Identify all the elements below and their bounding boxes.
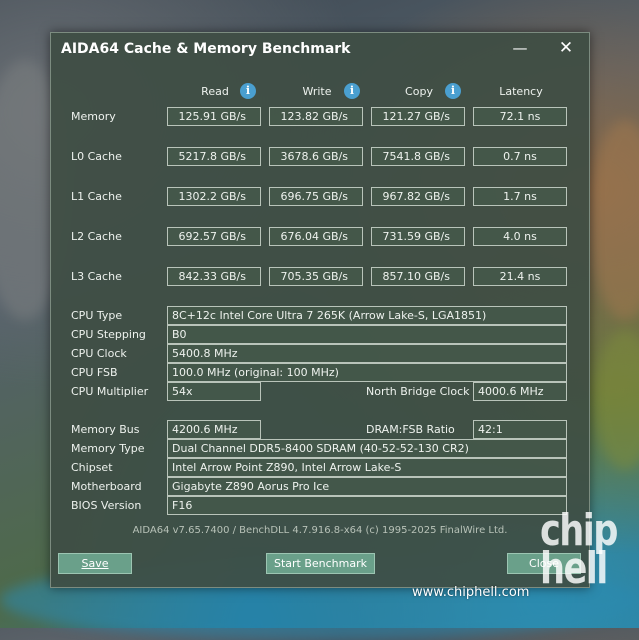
cpu-stepping-value: B0 [167,325,567,344]
l3-copy-value: 857.10 GB/s [371,267,465,286]
bench-row-label: Memory [71,110,116,123]
l3-latency-value: 21.4 ns [473,267,567,286]
l1-copy-value: 967.82 GB/s [371,187,465,206]
l3-read-value: 842.33 GB/s [167,267,261,286]
memory-type-value: Dual Channel DDR5-8400 SDRAM (40-52-52-1… [167,439,567,458]
chiphell-watermark-url: www.chiphell.com [412,585,530,600]
memory-write-value: 123.82 GB/s [269,107,363,126]
l3-write-value: 705.35 GB/s [269,267,363,286]
cpu-multiplier-label: CPU Multiplier [71,385,149,398]
chipset-label: Chipset [71,461,113,474]
memory-type-label: Memory Type [71,442,145,455]
l1-write-value: 696.75 GB/s [269,187,363,206]
column-header-copy: Copy [405,85,433,98]
memory-bus-value: 4200.6 MHz [167,420,261,439]
memory-bus-label: Memory Bus [71,423,140,436]
bench-row-label: L1 Cache [71,190,122,203]
l2-read-value: 692.57 GB/s [167,227,261,246]
l1-latency-value: 1.7 ns [473,187,567,206]
start-benchmark-button[interactable]: Start Benchmark [266,553,375,574]
l0-latency-value: 0.7 ns [473,147,567,166]
memory-latency-value: 72.1 ns [473,107,567,126]
l0-write-value: 3678.6 GB/s [269,147,363,166]
window-title: AIDA64 Cache & Memory Benchmark [61,41,351,57]
motherboard-value: Gigabyte Z890 Aorus Pro Ice [167,477,567,496]
cpu-fsb-label: CPU FSB [71,366,118,379]
dram-fsb-ratio-label: DRAM:FSB Ratio [366,423,455,436]
l2-copy-value: 731.59 GB/s [371,227,465,246]
benchmark-window: AIDA64 Cache & Memory Benchmark — ✕ Read… [50,32,590,588]
close-window-button[interactable]: ✕ [553,37,579,59]
cpu-clock-value: 5400.8 MHz [167,344,567,363]
l2-latency-value: 4.0 ns [473,227,567,246]
wallpaper-cliff [590,120,639,320]
bench-row-label: L3 Cache [71,270,122,283]
l0-read-value: 5217.8 GB/s [167,147,261,166]
save-button-label: Save [81,557,109,570]
cpu-fsb-value: 100.0 MHz (original: 100 MHz) [167,363,567,382]
dram-fsb-ratio-value: 42:1 [473,420,567,439]
north-bridge-clock-value: 4000.6 MHz [473,382,567,401]
column-header-write: Write [302,85,332,98]
column-header-latency: Latency [499,85,543,98]
chiphell-watermark-logo: chip hell [540,505,618,594]
chipset-value: Intel Arrow Point Z890, Intel Arrow Lake… [167,458,567,477]
wallpaper-grass [595,330,639,470]
l1-read-value: 1302.2 GB/s [167,187,261,206]
bench-row-label: L0 Cache [71,150,122,163]
save-button[interactable]: Save [58,553,132,574]
cpu-clock-label: CPU Clock [71,347,127,360]
write-info-icon[interactable]: i [344,83,360,99]
cpu-type-label: CPU Type [71,309,123,322]
north-bridge-clock-label: North Bridge Clock [366,385,470,398]
minimize-button[interactable]: — [507,37,533,59]
cpu-type-value: 8C+12c Intel Core Ultra 7 265K (Arrow La… [167,306,567,325]
l0-copy-value: 7541.8 GB/s [371,147,465,166]
copy-info-icon[interactable]: i [445,83,461,99]
memory-copy-value: 121.27 GB/s [371,107,465,126]
cpu-stepping-label: CPU Stepping [71,328,146,341]
bios-version-label: BIOS Version [71,499,142,512]
read-info-icon[interactable]: i [240,83,256,99]
memory-read-value: 125.91 GB/s [167,107,261,126]
bios-version-value: F16 [167,496,567,515]
l2-write-value: 676.04 GB/s [269,227,363,246]
title-bar[interactable]: AIDA64 Cache & Memory Benchmark — ✕ [51,33,589,65]
column-header-read: Read [201,85,229,98]
motherboard-label: Motherboard [71,480,142,493]
bench-row-label: L2 Cache [71,230,122,243]
version-footer: AIDA64 v7.65.7400 / BenchDLL 4.7.916.8-x… [132,525,508,536]
cpu-multiplier-value: 54x [167,382,261,401]
